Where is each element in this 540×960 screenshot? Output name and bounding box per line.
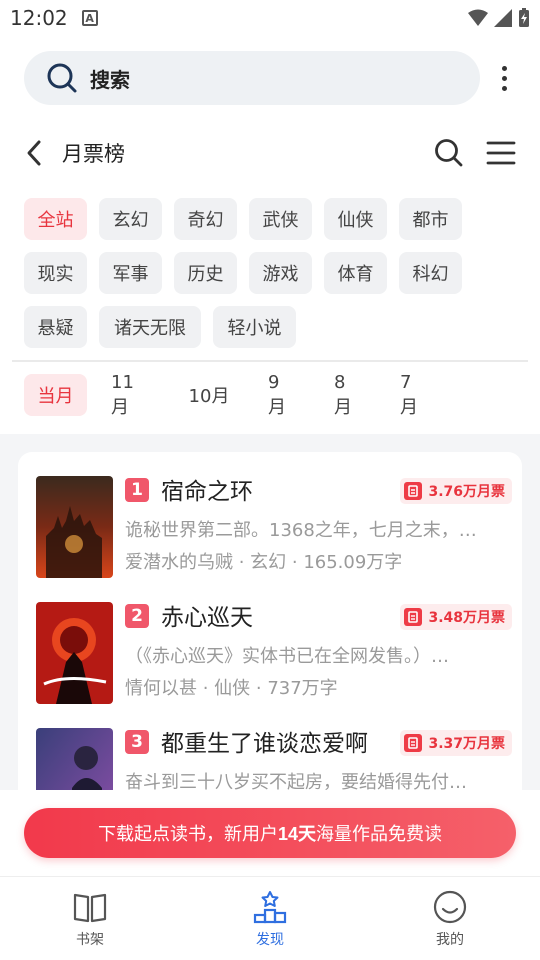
rank-badge: 2 [125, 604, 149, 628]
notification-icon: A [81, 10, 98, 26]
month-chip[interactable]: 9月 [256, 372, 306, 418]
ticket-icon [404, 482, 423, 500]
back-button[interactable] [24, 133, 54, 173]
search-row: 搜索 [24, 51, 516, 105]
category-chip[interactable]: 现实 [24, 252, 87, 294]
promo-text: 海量作品免费读 [316, 824, 443, 844]
dot [501, 75, 507, 81]
monthly-ticket-badge: 3.48万月票 [400, 604, 512, 630]
book-description: （《赤心巡天》实体书已在全网发售。）… [125, 646, 449, 667]
tab-discover[interactable]: 发现 [180, 877, 360, 960]
book-icon [72, 889, 108, 925]
dot [501, 85, 507, 91]
search-placeholder: 搜索 [90, 67, 130, 92]
category-chip[interactable]: 历史 [174, 252, 237, 294]
category-chip[interactable]: 军事 [99, 252, 162, 294]
category-chip[interactable]: 玄幻 [99, 198, 162, 240]
status-icons [468, 8, 530, 28]
download-app-button[interactable]: 下载起点读书，新用户 14天 海量作品免费读 [24, 808, 516, 858]
book-cover [36, 602, 113, 704]
list-item[interactable]: 2 赤心巡天 3.48万月票 （《赤心巡天》实体书已在全网发售。）… 情何以甚 … [36, 602, 512, 706]
tab-bookshelf[interactable]: 书架 [0, 877, 180, 960]
book-meta: 爱潜水的乌贼 · 玄幻 · 165.09万字 [125, 552, 403, 573]
dot [501, 65, 507, 71]
ticket-icon [404, 608, 423, 626]
podium-icon [252, 889, 288, 925]
tab-label: 我的 [436, 932, 464, 948]
more-menu-button[interactable] [492, 58, 516, 98]
book-description: 诡秘世界第二部。1368之年，七月之末，… [125, 520, 477, 541]
ticket-icon [404, 734, 423, 752]
monthly-ticket-badge: 3.76万月票 [400, 478, 512, 504]
search-box[interactable]: 搜索 [24, 51, 480, 105]
list-item[interactable]: 1 宿命之环 3.76万月票 诡秘世界第二部。1368之年，七月之末，… 爱潜水… [36, 476, 512, 580]
monthly-ticket-badge: 3.37万月票 [400, 730, 512, 756]
battery-icon [519, 8, 529, 27]
book-title: 宿命之环 [161, 479, 253, 505]
promo-text: 下载起点读书，新用户 [97, 824, 278, 844]
book-title: 都重生了谁谈恋爱啊 [161, 731, 368, 757]
rank-badge: 3 [125, 730, 149, 754]
category-chip[interactable]: 轻小说 [213, 306, 296, 348]
ticket-count: 3.48万月票 [428, 610, 505, 626]
tab-label: 发现 [256, 932, 284, 948]
menu-icon[interactable] [486, 140, 516, 166]
category-chip[interactable]: 诸天无限 [99, 306, 201, 348]
tab-profile[interactable]: 我的 [360, 877, 540, 960]
book-meta: 情何以甚 · 仙侠 · 737万字 [125, 678, 338, 699]
promo-highlight: 14天 [277, 824, 317, 844]
month-chip[interactable]: 11月 [99, 372, 163, 418]
status-bar: 12:02 A [0, 0, 540, 36]
wifi-icon [468, 9, 488, 26]
category-chip[interactable]: 体育 [324, 252, 387, 294]
search-icon [47, 63, 77, 93]
category-chip[interactable]: 科幻 [399, 252, 462, 294]
month-chip[interactable]: 10月 [176, 374, 242, 416]
signal-icon [494, 9, 512, 27]
bottom-tab-bar: 书架 发现 我的 [0, 876, 540, 960]
ranking-list: 1 宿命之环 3.76万月票 诡秘世界第二部。1368之年，七月之末，… 爱潜水… [18, 452, 522, 812]
category-chip[interactable]: 奇幻 [174, 198, 237, 240]
tab-label: 书架 [76, 932, 104, 948]
month-chip[interactable]: 当月 [24, 374, 87, 416]
month-chip[interactable]: 8月 [322, 372, 372, 418]
page-title: 月票榜 [62, 142, 125, 166]
status-time: 12:02 [10, 6, 68, 30]
ticket-count: 3.76万月票 [428, 484, 505, 500]
category-chip[interactable]: 仙侠 [324, 198, 387, 240]
smile-icon [432, 889, 468, 925]
book-title: 赤心巡天 [161, 605, 253, 631]
search-icon[interactable] [434, 138, 464, 168]
rank-badge: 1 [125, 478, 149, 502]
month-chip[interactable]: 7月 [388, 372, 438, 418]
category-chip[interactable]: 游戏 [249, 252, 312, 294]
book-cover [36, 476, 113, 578]
divider [12, 360, 528, 362]
ticket-count: 3.37万月票 [428, 736, 505, 752]
month-filter: 当月 11月 10月 9月 8月 7月 [24, 372, 524, 418]
category-chip[interactable]: 武侠 [249, 198, 312, 240]
chevron-left-icon [27, 140, 41, 166]
category-chip[interactable]: 全站 [24, 198, 87, 240]
title-actions [434, 138, 516, 168]
category-chip[interactable]: 都市 [399, 198, 462, 240]
title-row: 月票榜 [24, 130, 516, 176]
category-chip[interactable]: 悬疑 [24, 306, 87, 348]
promo-area: 下载起点读书，新用户 14天 海量作品免费读 [0, 790, 540, 876]
